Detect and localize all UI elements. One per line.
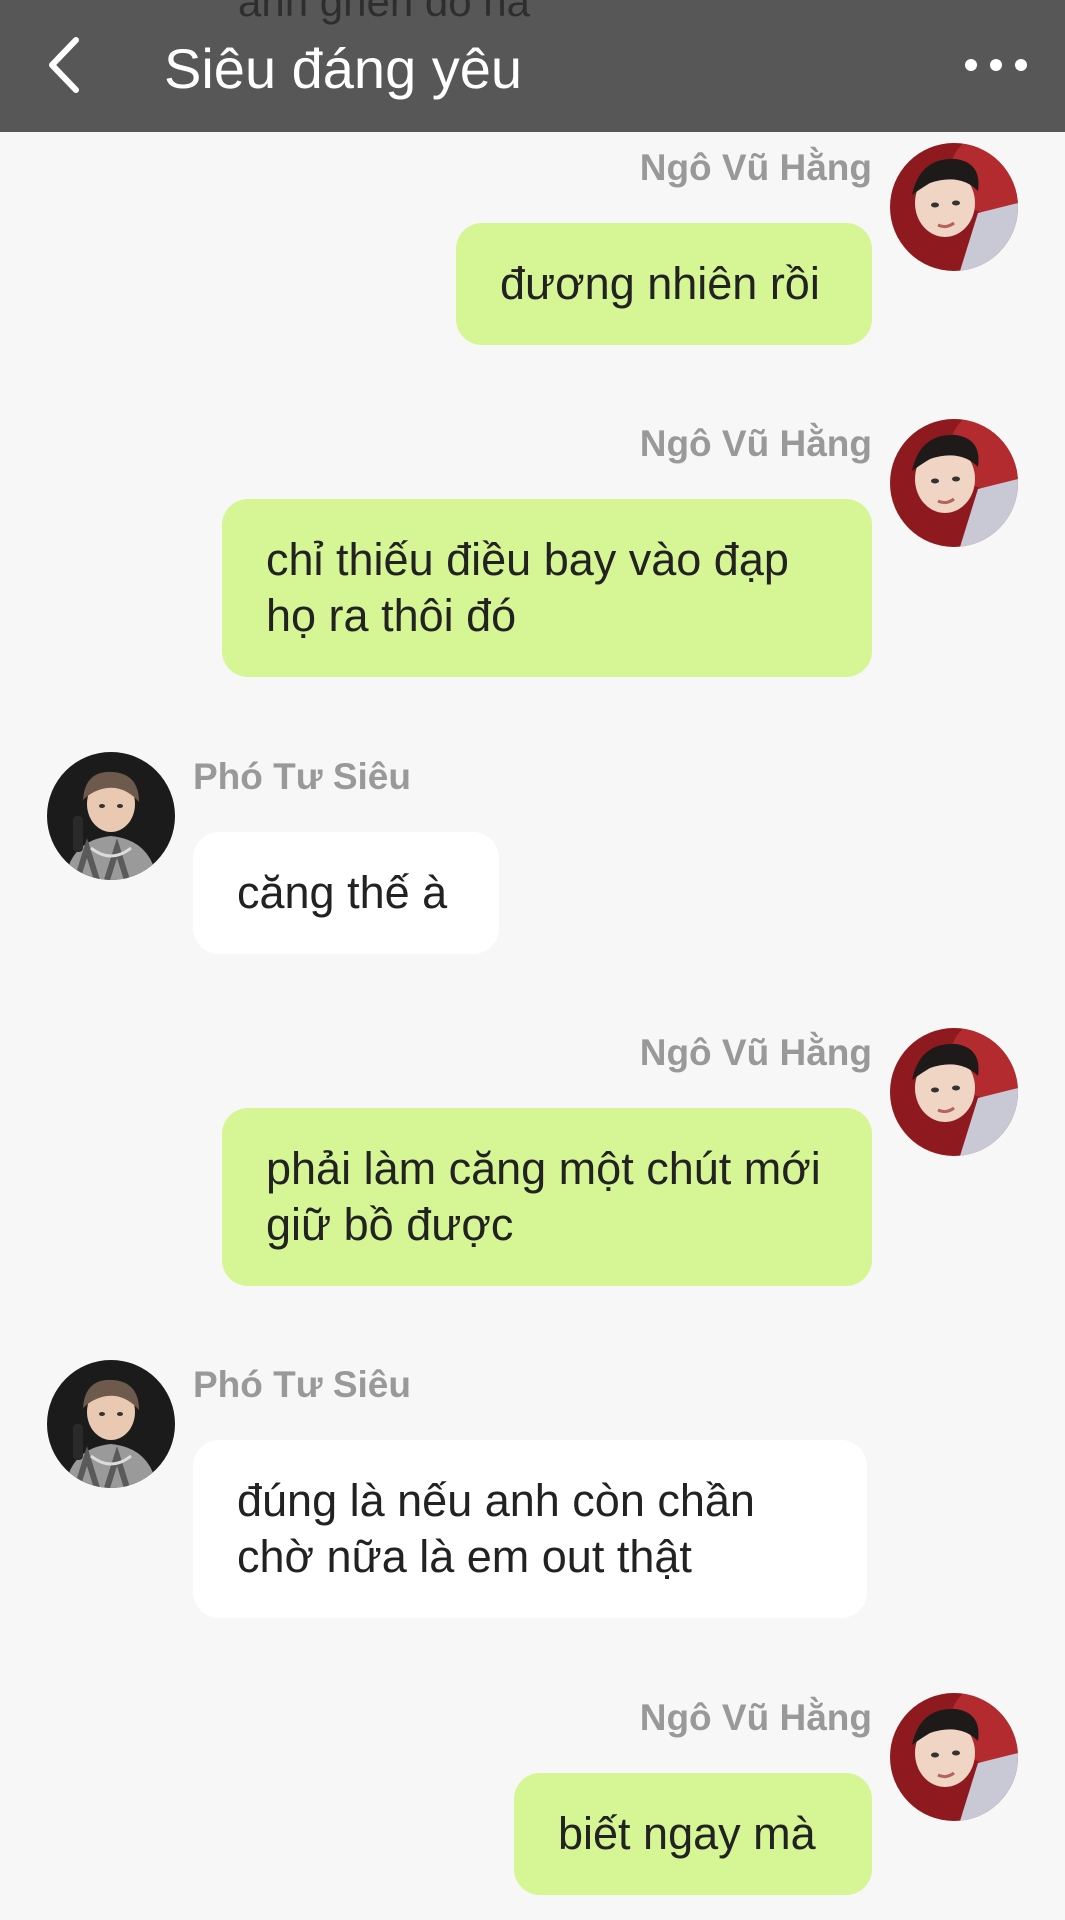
sender-name: Ngô Vũ Hằng [639, 1032, 872, 1073]
sender-name: Phó Tư Siêu [193, 756, 411, 797]
message-bubble-outgoing[interactable]: phải làm căng một chút mới giữ bồ được [222, 1108, 872, 1286]
avatar-pho-tu-sieu[interactable] [47, 752, 175, 880]
avatar-pho-tu-sieu[interactable] [47, 1360, 175, 1488]
chevron-left-icon[interactable] [40, 32, 100, 98]
message-bubble-outgoing[interactable]: biết ngay mà [514, 1773, 872, 1895]
chat-header: anh ghen đó hả Siêu đáng yêu [0, 0, 1065, 132]
chat-title: Siêu đáng yêu [164, 37, 523, 100]
sender-name: Ngô Vũ Hằng [639, 147, 872, 188]
avatar-ngo-vu-hang[interactable] [890, 419, 1018, 547]
sender-name: Phó Tư Siêu [193, 1364, 411, 1405]
message-bubble-incoming[interactable]: đúng là nếu anh còn chần chờ nữa là em o… [193, 1440, 867, 1618]
message-bubble-outgoing[interactable]: chỉ thiếu điều bay vào đạp họ ra thôi đó [222, 499, 872, 677]
avatar-ngo-vu-hang[interactable] [890, 1028, 1018, 1156]
sender-name: Ngô Vũ Hằng [639, 423, 872, 464]
message-bubble-outgoing[interactable]: đương nhiên rồi [456, 223, 872, 345]
message-bubble-incoming[interactable]: căng thế à [193, 832, 499, 954]
sender-name: Ngô Vũ Hằng [639, 1697, 872, 1738]
avatar-ngo-vu-hang[interactable] [890, 1693, 1018, 1821]
avatar-ngo-vu-hang[interactable] [890, 143, 1018, 271]
more-horizontal-icon[interactable] [961, 40, 1031, 90]
partial-previous-message: anh ghen đó hả [238, 0, 530, 25]
